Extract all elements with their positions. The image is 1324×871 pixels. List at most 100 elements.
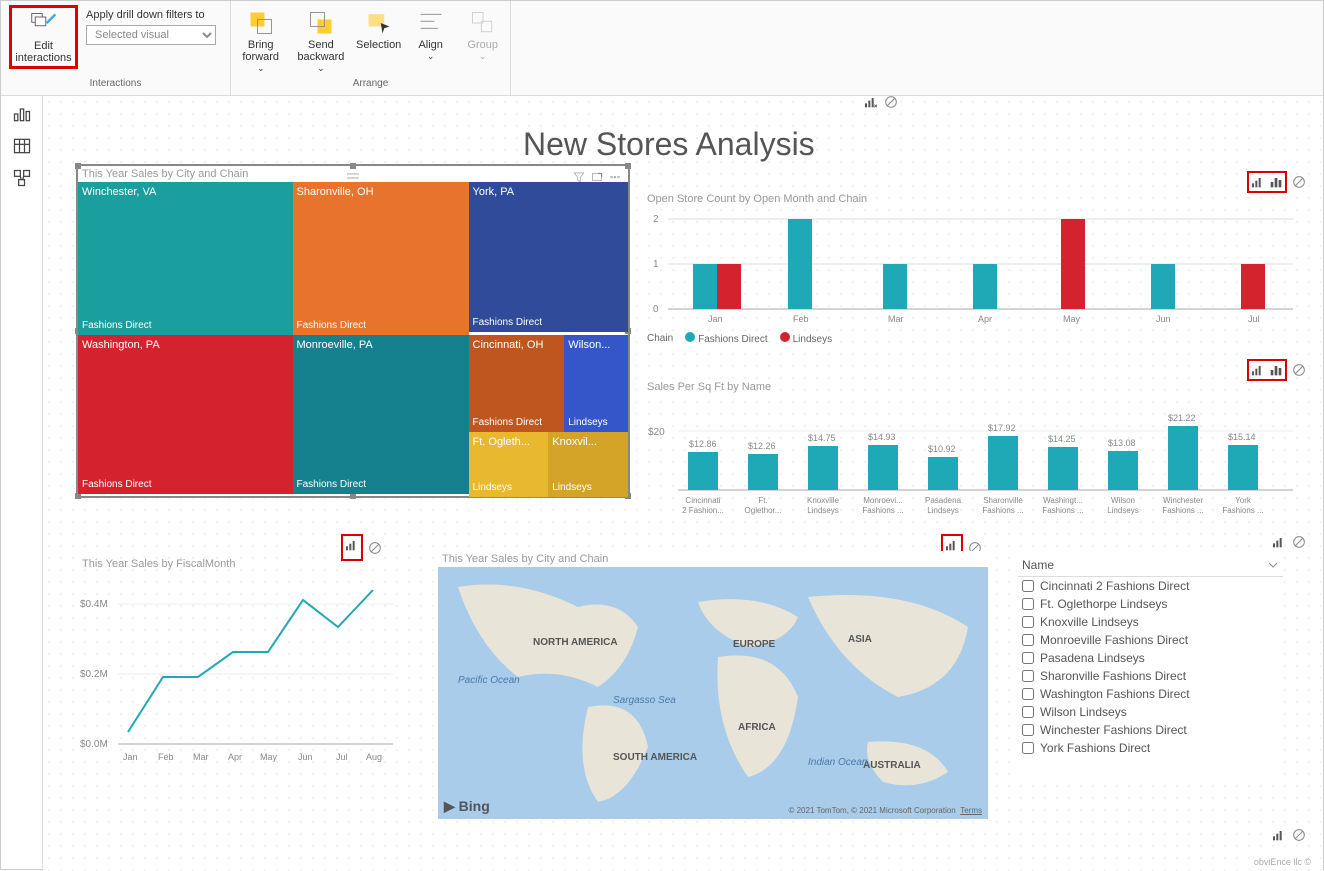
line-chart-body[interactable]: $0.4M $0.2M $0.0M JanFebMarAprMayJunJulA… (78, 572, 398, 787)
filter-interaction-icon[interactable] (1250, 174, 1266, 190)
slicer-checkbox[interactable] (1022, 724, 1034, 736)
filter-interaction-icon[interactable] (344, 537, 360, 553)
map-label: EUROPE (733, 639, 775, 650)
slicer-item[interactable]: York Fashions Direct (1018, 739, 1283, 757)
filter-interaction-icon[interactable] (863, 96, 879, 110)
slicer-item[interactable]: Pasadena Lindseys (1018, 649, 1283, 667)
filter-interaction-icon[interactable] (1271, 827, 1287, 843)
svg-text:Mar: Mar (193, 752, 209, 762)
slicer-checkbox[interactable] (1022, 688, 1034, 700)
slicer-item[interactable]: Washington Fashions Direct (1018, 685, 1283, 703)
group-button[interactable]: Group⌄ (458, 5, 508, 66)
svg-text:$13.08: $13.08 (1108, 438, 1136, 448)
slicer-checkbox[interactable] (1022, 670, 1034, 682)
column-chart-visual[interactable]: Open Store Count by Open Month and Chain… (643, 191, 1303, 356)
selection-button[interactable]: Selection (354, 5, 404, 55)
svg-text:$0.0M: $0.0M (80, 739, 108, 750)
tm-city: Sharonville, OH (297, 186, 374, 198)
main: New Stores Analysis This Year Sales by C… (1, 96, 1323, 871)
align-button[interactable]: Align⌄ (406, 5, 456, 66)
svg-text:0: 0 (653, 304, 659, 315)
column-chart-body[interactable]: 2 1 0 JanFebMarAprMayJunJul (643, 207, 1303, 327)
slicer-item[interactable]: Winchester Fashions Direct (1018, 721, 1283, 739)
tm-city: Wilson... (568, 339, 610, 351)
none-interaction-icon[interactable] (1291, 362, 1307, 378)
slicer-checkbox[interactable] (1022, 652, 1034, 664)
line-chart-visual[interactable]: This Year Sales by FiscalMonth $0.4M $0.… (78, 556, 398, 796)
svg-text:Jun: Jun (1156, 314, 1171, 324)
tm-chain: Lindseys (552, 482, 591, 493)
slicer-item[interactable]: Ft. Oglethorpe Lindseys (1018, 595, 1283, 613)
svg-text:$14.25: $14.25 (1048, 434, 1076, 444)
treemap-body[interactable]: Winchester, VA Fashions Direct Sharonvill… (78, 182, 628, 494)
svg-text:Fashions ...: Fashions ... (982, 506, 1023, 515)
send-backward-button[interactable]: Send backward⌄ (290, 5, 352, 78)
chevron-down-icon[interactable] (1267, 559, 1279, 571)
report-view-icon[interactable] (12, 104, 32, 124)
slicer-visual[interactable]: Name Cincinnati 2 Fashions Direct Ft. Og… (1018, 554, 1283, 779)
slicer-item[interactable]: Sharonville Fashions Direct (1018, 667, 1283, 685)
edit-interactions-button[interactable]: Edit interactions (9, 5, 78, 69)
svg-text:Jun: Jun (298, 752, 313, 762)
none-interaction-icon[interactable] (1291, 174, 1307, 190)
bring-forward-button[interactable]: Bring forward⌄ (233, 5, 288, 78)
map-body[interactable]: NORTH AMERICA SOUTH AMERICA EUROPE AFRIC… (438, 567, 988, 819)
highlight-interaction-icon[interactable] (1268, 362, 1284, 378)
footer-credit: obviEnce llc © (1254, 857, 1311, 867)
filter-interaction-icon[interactable] (1250, 362, 1266, 378)
tm-city: York, PA (473, 186, 515, 198)
data-view-icon[interactable] (12, 136, 32, 156)
svg-text:Apr: Apr (978, 314, 992, 324)
model-view-icon[interactable] (12, 168, 32, 188)
svg-text:$12.26: $12.26 (748, 441, 776, 451)
filter-interaction-icon[interactable] (1271, 534, 1287, 550)
slicer-checkbox[interactable] (1022, 634, 1034, 646)
page-title: New Stores Analysis (523, 126, 815, 163)
none-interaction-icon[interactable] (1291, 534, 1307, 550)
bar-chart-body[interactable]: $20 $12.86 $12.26 $14.75 $14.93 $10.92 $… (643, 395, 1303, 530)
map-label: SOUTH AMERICA (613, 752, 697, 763)
svg-text:$17.92: $17.92 (988, 423, 1016, 433)
tm-chain: Fashions Direct (82, 479, 151, 490)
slicer-checkbox[interactable] (1022, 598, 1034, 610)
map-visual[interactable]: This Year Sales by City and Chain NORTH … (438, 551, 988, 821)
terms-link[interactable]: Terms (960, 806, 982, 815)
slicer-item[interactable]: Knoxville Lindseys (1018, 613, 1283, 631)
map-label: AUSTRALIA (863, 760, 921, 771)
none-interaction-icon[interactable] (883, 96, 899, 110)
map-label: Indian Ocean (808, 757, 868, 768)
map-label: NORTH AMERICA (533, 637, 618, 648)
slicer-checkbox[interactable] (1022, 616, 1034, 628)
svg-text:$10.92: $10.92 (928, 444, 956, 454)
slicer-checkbox[interactable] (1022, 742, 1034, 754)
report-canvas[interactable]: New Stores Analysis This Year Sales by C… (43, 96, 1323, 871)
map-label: ASIA (848, 634, 872, 645)
slicer-item[interactable]: Cincinnati 2 Fashions Direct (1018, 577, 1283, 595)
svg-text:Oglethor...: Oglethor... (745, 506, 782, 515)
slicer-checkbox[interactable] (1022, 706, 1034, 718)
svg-text:May: May (1063, 314, 1081, 324)
svg-text:$12.86: $12.86 (689, 439, 717, 449)
drill-down-select[interactable]: Selected visual (86, 25, 216, 45)
svg-text:Fashions ...: Fashions ... (862, 506, 903, 515)
tm-city: Winchester, VA (82, 186, 156, 198)
none-interaction-icon[interactable] (367, 540, 383, 556)
slicer-header[interactable]: Name (1018, 554, 1283, 577)
highlight-interaction-icon[interactable] (1268, 174, 1284, 190)
ribbon-group-label-interactions: Interactions (90, 78, 142, 91)
bing-logo: ▶ Bing (444, 798, 490, 815)
interaction-icons-column (1247, 171, 1307, 193)
svg-text:Washingt...: Washingt... (1043, 496, 1083, 505)
bar-chart-visual[interactable]: Sales Per Sq Ft by Name $20 $12.86 $12.2… (643, 379, 1303, 534)
slicer-checkbox[interactable] (1022, 580, 1034, 592)
treemap-visual[interactable]: This Year Sales by City and Chain Winche… (78, 166, 628, 496)
left-nav (1, 96, 43, 871)
svg-text:Feb: Feb (793, 314, 809, 324)
slicer-item[interactable]: Monroeville Fashions Direct (1018, 631, 1283, 649)
slicer-item[interactable]: Wilson Lindseys (1018, 703, 1283, 721)
svg-text:Ft.: Ft. (758, 496, 767, 505)
ribbon-group-label-arrange: Arrange (353, 78, 389, 91)
svg-text:Jan: Jan (123, 752, 138, 762)
none-interaction-icon[interactable] (1291, 827, 1307, 843)
map-title: This Year Sales by City and Chain (438, 551, 988, 567)
